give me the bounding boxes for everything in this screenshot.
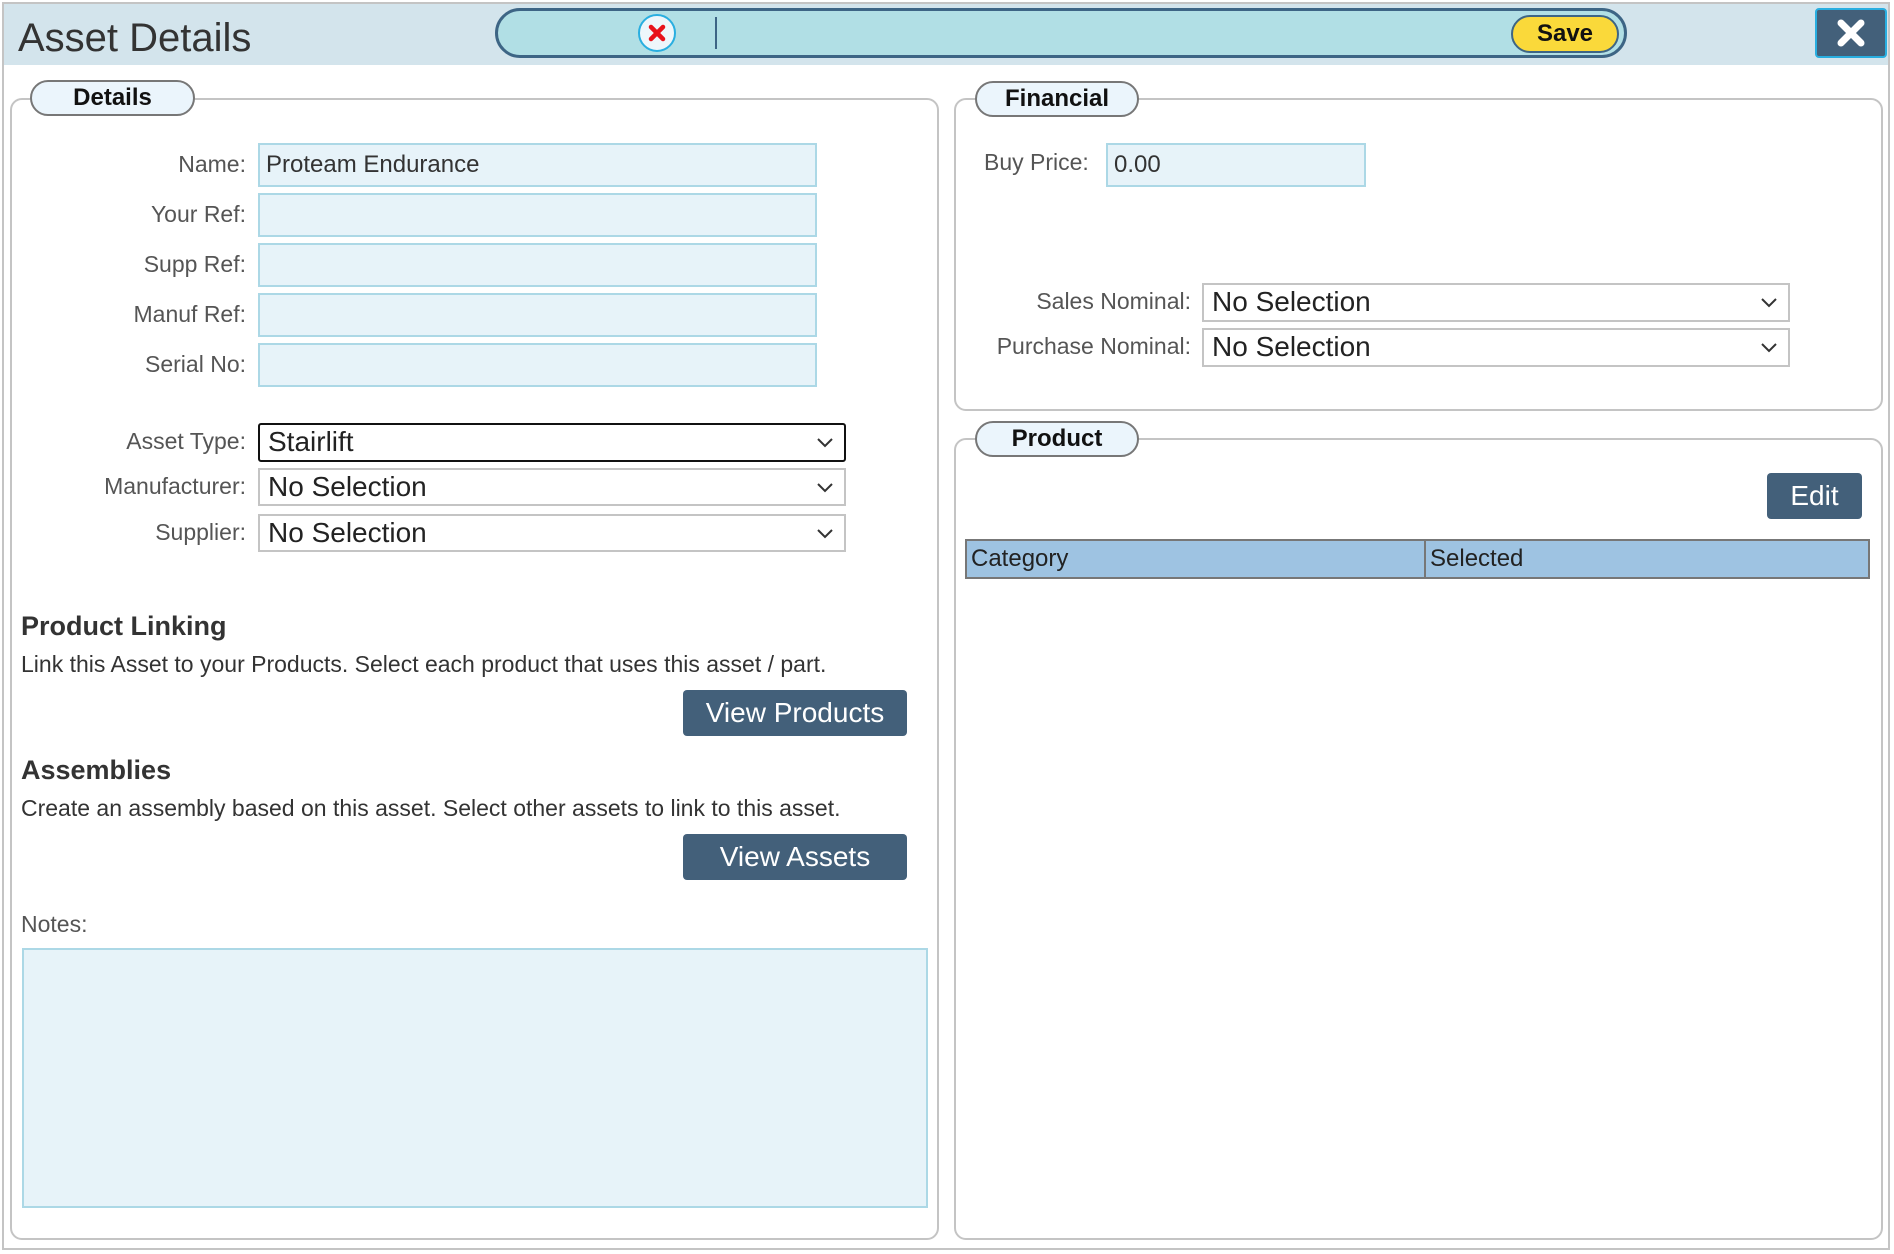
view-products-button[interactable]: View Products: [683, 690, 907, 736]
sales-nominal-select[interactable]: No Selection: [1202, 283, 1790, 322]
assemblies-description: Create an assembly based on this asset. …: [21, 795, 841, 821]
product-legend: Product: [975, 421, 1139, 457]
save-button[interactable]: Save: [1511, 15, 1619, 53]
edit-button[interactable]: Edit: [1767, 473, 1862, 519]
details-legend: Details: [30, 80, 195, 116]
chevron-down-icon: [1761, 298, 1777, 308]
buy-price-label: Buy Price:: [984, 149, 1089, 175]
name-label: Name:: [178, 151, 246, 177]
serial-no-label: Serial No:: [145, 351, 246, 377]
chevron-down-icon: [817, 483, 833, 493]
supplier-select[interactable]: No Selection: [258, 514, 846, 552]
column-header-selected[interactable]: Selected: [1426, 541, 1868, 577]
supp-ref-input[interactable]: [258, 243, 817, 287]
purchase-nominal-label: Purchase Nominal:: [996, 333, 1191, 359]
product-linking-description: Link this Asset to your Products. Select…: [21, 651, 827, 677]
sales-nominal-value: No Selection: [1212, 286, 1371, 317]
chevron-down-icon: [817, 529, 833, 539]
supplier-label: Supplier:: [155, 519, 246, 545]
manuf-ref-label: Manuf Ref:: [133, 301, 247, 327]
manufacturer-value: No Selection: [268, 471, 427, 502]
product-table-header: Category Selected: [965, 539, 1870, 579]
asset-type-value: Stairlift: [268, 426, 354, 457]
cancel-button[interactable]: [638, 14, 676, 52]
supp-ref-label: Supp Ref:: [143, 251, 246, 277]
manufacturer-select[interactable]: No Selection: [258, 468, 846, 506]
financial-legend: Financial: [975, 81, 1139, 117]
product-linking-heading: Product Linking: [21, 611, 227, 641]
purchase-nominal-value: No Selection: [1212, 331, 1371, 362]
assemblies-heading: Assemblies: [21, 755, 172, 785]
close-x-icon: [1837, 19, 1865, 47]
buy-price-input[interactable]: 0.00: [1106, 143, 1366, 187]
asset-type-select[interactable]: Stairlift: [258, 423, 846, 462]
chevron-down-icon: [817, 438, 833, 448]
your-ref-label: Your Ref:: [150, 201, 246, 227]
notes-label: Notes:: [21, 911, 88, 937]
manufacturer-label: Manufacturer:: [104, 473, 246, 499]
action-toolbar: Save: [495, 8, 1627, 58]
supplier-value: No Selection: [268, 517, 427, 548]
asset-type-label: Asset Type:: [126, 428, 246, 454]
serial-no-input[interactable]: [258, 343, 817, 387]
red-x-icon: [648, 24, 666, 42]
name-input[interactable]: Proteam Endurance: [258, 143, 817, 187]
manuf-ref-input[interactable]: [258, 293, 817, 337]
purchase-nominal-select[interactable]: No Selection: [1202, 328, 1790, 367]
chevron-down-icon: [1761, 343, 1777, 353]
page-title: Asset Details: [18, 16, 252, 60]
column-header-category[interactable]: Category: [967, 541, 1426, 577]
sales-nominal-label: Sales Nominal:: [1036, 288, 1191, 314]
notes-textarea[interactable]: [22, 948, 928, 1208]
your-ref-input[interactable]: [258, 193, 817, 237]
close-button[interactable]: [1815, 8, 1887, 58]
view-assets-button[interactable]: View Assets: [683, 834, 907, 880]
toolbar-divider: [715, 17, 717, 49]
